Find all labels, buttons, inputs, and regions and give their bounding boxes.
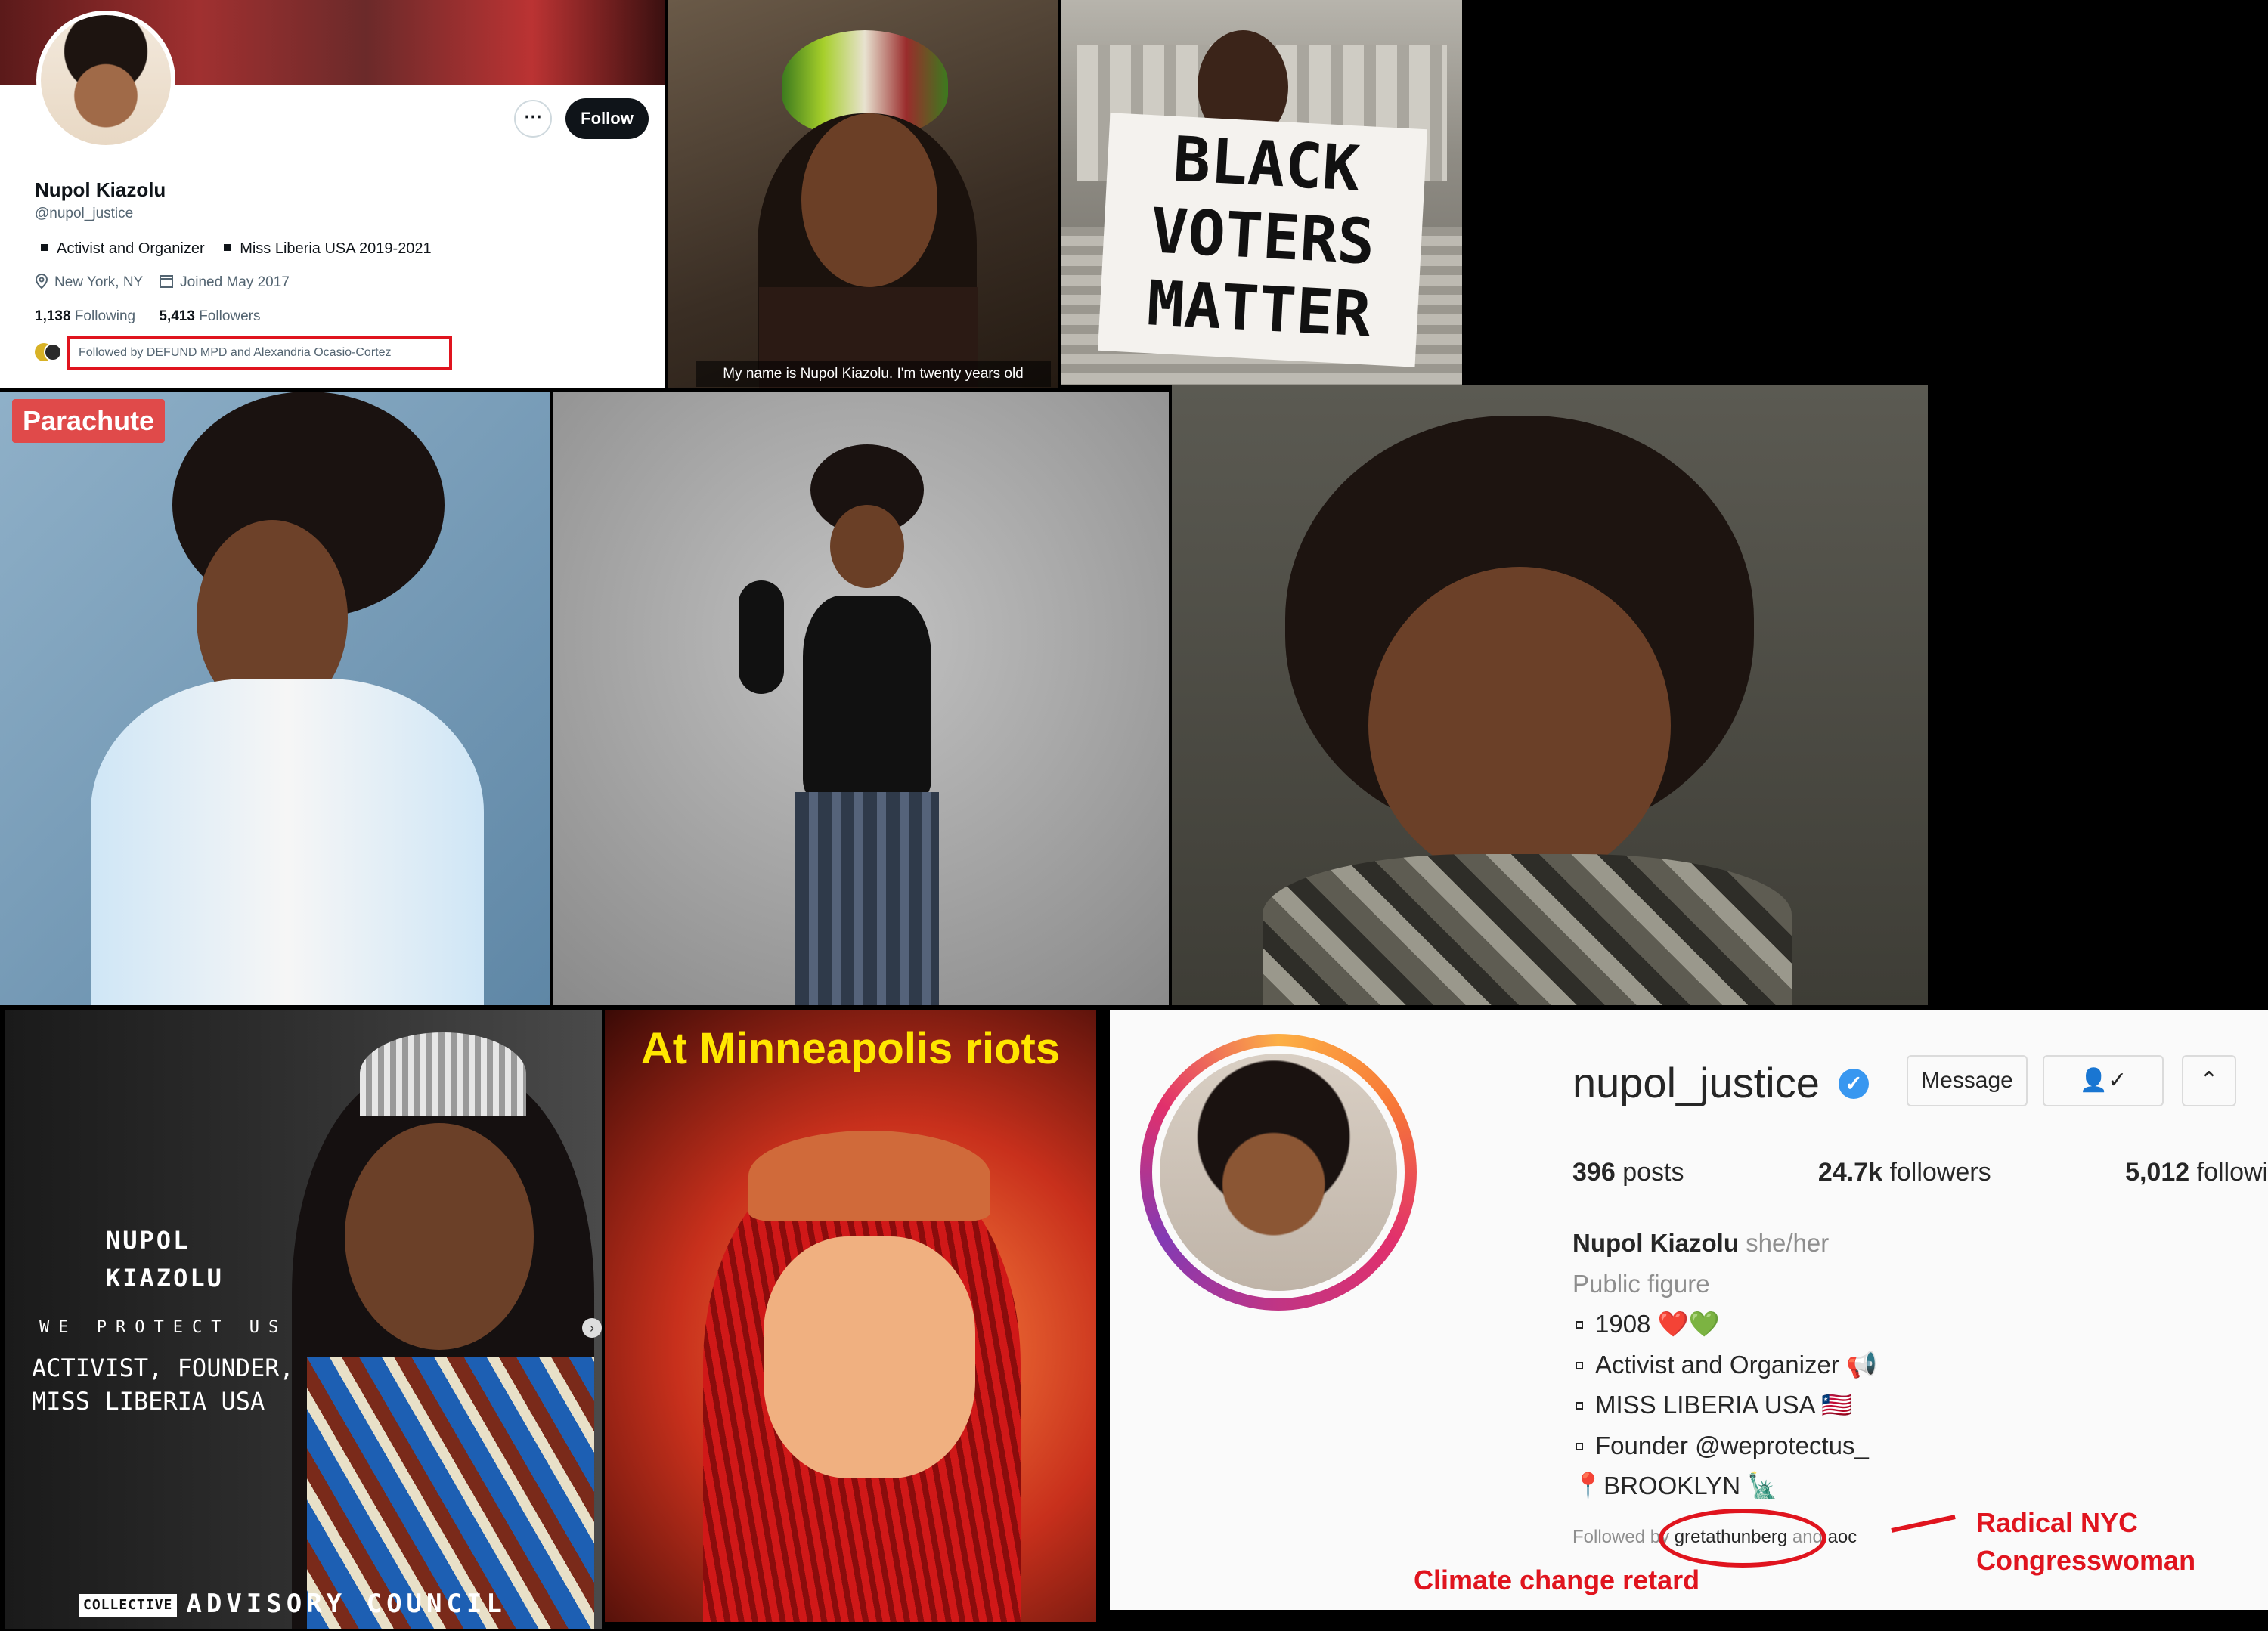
following-dropdown-button[interactable]: 👤✓: [2043, 1055, 2164, 1106]
bio-line: Activist and Organizer 📢: [1595, 1350, 1878, 1379]
riot-caption: At Minneapolis riots: [640, 1024, 1061, 1073]
person-check-icon: 👤✓: [2079, 1068, 2127, 1093]
instagram-username: nupol_justice: [1572, 1059, 1820, 1106]
location: New York, NY: [54, 274, 143, 290]
profile-avatar[interactable]: [36, 11, 175, 150]
interview-photo: [1172, 385, 1928, 1005]
protest-sign: BLACK VOTERS MATTER: [1098, 113, 1427, 367]
fist-raised-photo: [553, 392, 1169, 1005]
parachute-logo: Parachute: [12, 399, 166, 443]
user-handle: @nupol_justice: [35, 206, 134, 221]
bio-location: 📍BROOKLYN 🗽: [1572, 1472, 1779, 1499]
display-name: Nupol Kiazolu: [35, 178, 166, 201]
following-link[interactable]: 1,138 Following: [35, 308, 135, 324]
verified-badge-icon: ✓: [1839, 1069, 1869, 1099]
annotation-greta: Climate change retard: [1414, 1564, 1700, 1595]
profile-meta: New York, NY Joined May 2017: [35, 273, 290, 291]
bio-item: Miss Liberia USA 2019-2021: [240, 240, 432, 257]
more-options-button[interactable]: ⋯: [514, 100, 552, 138]
follow-button[interactable]: Follow: [565, 98, 649, 139]
calendar-icon: [159, 274, 174, 291]
collective-name: NUPOL KIAZOLU: [106, 1226, 224, 1292]
bio-item: Activist and Organizer: [57, 240, 205, 257]
headwrap-photo: [668, 0, 1058, 388]
chevron-up-icon: ⌃: [2199, 1068, 2219, 1093]
bio-line[interactable]: Founder @weprotectus_: [1595, 1431, 1869, 1459]
collective-brand: COLLECTIVE: [79, 1593, 178, 1617]
annotation-circle: [1659, 1509, 1826, 1568]
full-name: Nupol Kiazolu: [1572, 1229, 1739, 1257]
bio-line: 1908 ❤️💚: [1595, 1310, 1720, 1338]
follow-counts: 1,138 Following 5,413 Followers: [35, 308, 261, 325]
posts-count: 396 posts: [1572, 1158, 1684, 1187]
followers-link[interactable]: 5,413 Followers: [159, 308, 260, 324]
riot-selfie: [605, 1010, 1096, 1622]
message-button[interactable]: Message: [1907, 1055, 2028, 1106]
collective-tagline: WE PROTECT US: [39, 1318, 288, 1337]
collective-footer: COLLECTIVE ADVISORY COUNCIL: [79, 1587, 507, 1620]
bio-line: MISS LIBERIA USA 🇱🇷: [1595, 1391, 1853, 1419]
location-icon: [35, 273, 48, 291]
follower-avatars: [35, 343, 65, 361]
instagram-bio: Nupol Kiazolu she/her Public figure 1908…: [1572, 1223, 1877, 1506]
join-date: Joined May 2017: [180, 274, 290, 290]
pronouns: she/her: [1746, 1229, 1830, 1257]
instagram-avatar[interactable]: [1152, 1046, 1405, 1298]
suggested-chevron-button[interactable]: ⌃: [2182, 1055, 2236, 1106]
collective-role: ACTIVIST, FOUNDER, MISS LIBERIA USA: [32, 1354, 294, 1416]
bio: Activist and Organizer Miss Liberia USA …: [35, 240, 432, 258]
video-caption: My name is Nupol Kiazolu. I'm twenty yea…: [696, 361, 1051, 387]
carousel-next-icon[interactable]: ›: [582, 1318, 602, 1338]
portrait-blue-blazer: [0, 392, 550, 1005]
annotation-aoc: Radical NYC Congresswoman: [1976, 1507, 2196, 1576]
category: Public figure: [1572, 1269, 1710, 1298]
following-count[interactable]: 5,012 following: [2125, 1158, 2268, 1187]
followers-count[interactable]: 24.7k followers: [1818, 1158, 2055, 1187]
twitter-profile-panel: ⋯ Follow Nupol Kiazolu @nupol_justice Ac…: [0, 0, 665, 388]
more-icon: ⋯: [524, 107, 542, 127]
instagram-stats: 396 posts 24.7k followers 5,012 followin…: [1572, 1158, 2268, 1187]
followed-by-highlight[interactable]: Followed by DEFUND MPD and Alexandria Oc…: [67, 336, 452, 370]
